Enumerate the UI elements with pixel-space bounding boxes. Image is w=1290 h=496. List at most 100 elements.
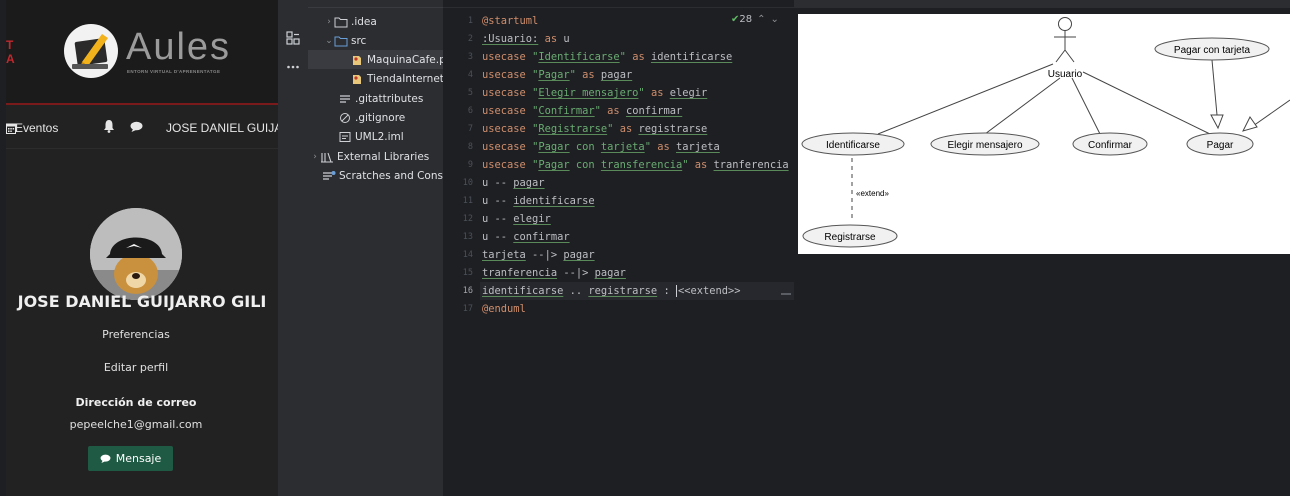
tree-item-label: .idea <box>351 15 377 28</box>
line-number[interactable]: 13 <box>443 232 473 242</box>
line-number[interactable]: 5 <box>443 88 473 98</box>
gitignore-icon <box>340 112 350 123</box>
line-number[interactable]: 8 <box>443 142 473 152</box>
line-number-gutter: 1 2 3 4 5 6 7 8 9 10 11 12 13 14 15 16 17 <box>443 8 480 496</box>
code-editor[interactable]: 1 2 3 4 5 6 7 8 9 10 11 12 13 14 15 16 17 ✔28 ⌃ ⌄ @startum… <box>443 0 794 496</box>
more-tools-icon[interactable] <box>286 60 300 74</box>
line-number[interactable]: 12 <box>443 214 473 224</box>
usecase-label: Confirmar <box>1088 140 1133 151</box>
line-number[interactable]: 2 <box>443 34 473 44</box>
edit-profile-link[interactable]: Editar perfil <box>6 361 266 374</box>
tree-item-label: TiendaInternet.p <box>367 72 443 85</box>
avatar <box>90 208 182 300</box>
line-number[interactable]: 15 <box>443 268 473 278</box>
tree-item-scratches[interactable]: Scratches and Consol <box>308 166 443 185</box>
messages-chat-icon[interactable] <box>130 121 143 132</box>
code-line[interactable]: usecase "Pagar" as pagar <box>480 66 794 84</box>
tree-item-label: UML2.iml <box>355 130 404 143</box>
tree-item-label: MaquinaCafe.pu <box>367 53 443 66</box>
line-number[interactable]: 10 <box>443 178 473 188</box>
profile-full-name: JOSE DANIEL GUIJARRO GILI <box>17 292 267 311</box>
aules-logo-subtitle: ENTORN VIRTUAL D'APRENENTATGE <box>127 69 221 74</box>
line-number[interactable]: 7 <box>443 124 473 134</box>
aules-logo-icon[interactable] <box>62 22 120 80</box>
code-line-current[interactable]: identificarse .. registrarse : <<extend>… <box>480 282 794 300</box>
line-number[interactable]: 11 <box>443 196 473 206</box>
folder-icon <box>334 36 348 46</box>
usecase-label: Identificarse <box>826 140 880 151</box>
nav-user-menu[interactable]: JOSE DANIEL GUIJARRO <box>166 121 278 135</box>
line-number[interactable]: 6 <box>443 106 473 116</box>
notifications-bell-icon[interactable] <box>103 119 115 133</box>
email-value: pepeelche1@gmail.com <box>69 418 203 431</box>
code-line[interactable]: usecase "Identificarse" as identificarse <box>480 48 794 66</box>
line-number[interactable]: 16 <box>443 286 473 296</box>
code-line[interactable]: :Usuario: as u <box>480 30 794 48</box>
email-heading: Dirección de correo <box>75 396 197 409</box>
editor-tab-bar <box>443 0 794 8</box>
structure-icon[interactable] <box>286 31 300 45</box>
code-line[interactable]: u -- confirmar <box>480 228 794 246</box>
tree-item-uml2-iml[interactable]: UML2.iml <box>308 127 443 146</box>
chat-bubble-icon <box>100 454 111 463</box>
tree-item-label: src <box>351 34 367 47</box>
ide-tool-strip <box>278 0 308 496</box>
project-panel-header <box>308 0 443 8</box>
dog-photo-icon <box>90 208 182 300</box>
folder-icon <box>334 17 348 27</box>
tree-item-gitattributes[interactable]: .gitattributes <box>308 89 443 108</box>
tree-item-maquinacafe[interactable]: MaquinaCafe.pu <box>308 50 443 69</box>
code-line[interactable]: @enduml <box>480 300 794 318</box>
usecase-label: Pagar <box>1207 140 1234 151</box>
code-line[interactable]: usecase "Registrarse" as registrarse <box>480 120 794 138</box>
tree-item-idea[interactable]: › .idea <box>308 12 443 31</box>
chevron-right-icon[interactable]: › <box>310 152 320 162</box>
line-number[interactable]: 17 <box>443 304 473 314</box>
actor-body <box>1054 30 1076 63</box>
assoc-pagar <box>1082 71 1211 135</box>
uml-diagram-canvas: Usuario Identificarse Elegir mensajero C… <box>798 14 1290 254</box>
gen-transferencia-arrow <box>1242 116 1258 132</box>
aules-logo-title: Aules <box>126 26 232 68</box>
code-line[interactable]: u -- identificarse <box>480 192 794 210</box>
library-icon <box>321 152 333 163</box>
assoc-identificarse <box>877 63 1054 135</box>
tree-item-gitignore[interactable]: .gitignore <box>308 108 443 127</box>
code-line[interactable]: usecase "Elegir mensajero" as elegir <box>480 84 794 102</box>
code-line[interactable]: tarjeta --|> pagar <box>480 246 794 264</box>
code-line[interactable]: usecase "Confirmar" as confirmar <box>480 102 794 120</box>
line-number[interactable]: 4 <box>443 70 473 80</box>
actor-head <box>1058 17 1072 31</box>
text-caret <box>675 285 677 297</box>
tree-item-src[interactable]: ⌄ src <box>308 31 443 50</box>
chevron-right-icon[interactable]: › <box>324 17 334 27</box>
code-line[interactable]: u -- elegir <box>480 210 794 228</box>
tree-item-external-libraries[interactable]: › External Libraries <box>308 147 443 166</box>
tree-item-label: Scratches and Consol <box>339 169 443 182</box>
usecase-label: Registrarse <box>824 232 876 243</box>
preferences-link[interactable]: Preferencias <box>6 328 266 341</box>
extend-label: «extend» <box>856 189 889 198</box>
project-tree-panel: › .idea ⌄ src MaquinaCafe.pu TiendaInter… <box>308 0 443 496</box>
line-number[interactable]: 3 <box>443 52 473 62</box>
line-number[interactable]: 9 <box>443 160 473 170</box>
tree-item-label: .gitattributes <box>355 92 424 105</box>
plantuml-file-icon <box>353 55 361 65</box>
code-line[interactable]: u -- pagar <box>480 174 794 192</box>
nav-events-link[interactable]: Eventos <box>15 121 58 135</box>
iml-file-icon <box>339 131 351 142</box>
tree-item-label: External Libraries <box>337 150 430 163</box>
line-number[interactable]: 14 <box>443 250 473 260</box>
code-line[interactable]: usecase "Pagar con transferencia" as tra… <box>480 156 794 174</box>
tree-item-tiendainternet[interactable]: TiendaInternet.p <box>308 69 443 88</box>
scrollbar-marker[interactable] <box>781 293 791 295</box>
code-line[interactable]: @startuml <box>480 12 794 30</box>
assoc-confirmar <box>1071 77 1101 135</box>
code-line[interactable]: tranferencia --|> pagar <box>480 264 794 282</box>
line-number[interactable]: 1 <box>443 16 473 26</box>
code-line[interactable]: usecase "Pagar con tarjeta" as tarjeta <box>480 138 794 156</box>
chevron-down-icon[interactable]: ⌄ <box>324 36 334 46</box>
gen-transferencia <box>1252 99 1290 127</box>
send-message-button[interactable]: Mensaje <box>88 446 173 471</box>
code-area[interactable]: @startuml :Usuario: as u usecase "Identi… <box>480 8 794 496</box>
